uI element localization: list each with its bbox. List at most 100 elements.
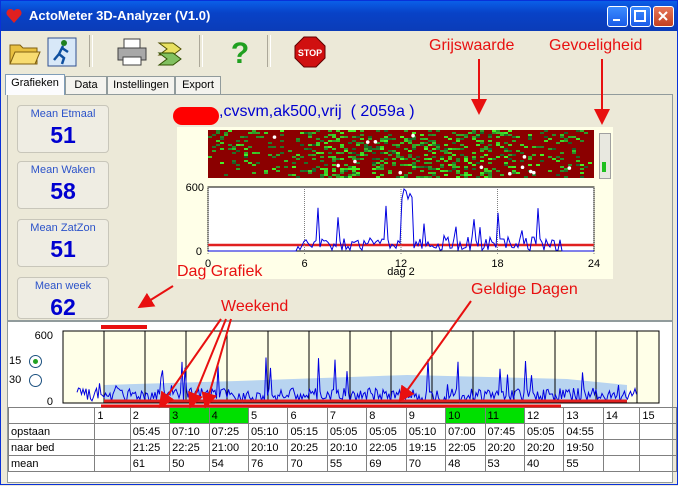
print-icon[interactable] — [115, 35, 149, 69]
heatmap-cell — [448, 138, 452, 140]
day-header-cell[interactable]: 13 — [563, 407, 604, 424]
day-header-cell[interactable]: 9 — [405, 407, 447, 424]
tab-grafieken[interactable]: Grafieken — [5, 74, 65, 95]
heatmap-cell — [368, 146, 372, 148]
day-header-cell[interactable]: 8 — [366, 407, 407, 424]
heatmap-cell — [500, 134, 504, 136]
heatmap-cell — [428, 176, 432, 178]
heatmap-cell — [504, 148, 508, 150]
day-header-cell[interactable]: 5 — [248, 407, 289, 424]
heatmap-cell — [488, 172, 492, 174]
heatmap-cell — [408, 150, 412, 152]
heatmap-cell — [488, 162, 492, 164]
open-folder-icon[interactable] — [7, 35, 41, 69]
day-header-cell[interactable]: 11 — [484, 407, 525, 424]
table-cell — [602, 423, 641, 440]
heatmap-cell — [436, 160, 440, 162]
maximize-button[interactable] — [630, 6, 651, 27]
day-header-cell[interactable]: 14 — [602, 407, 641, 424]
radio-15-group[interactable]: 15 — [9, 355, 49, 369]
heatmap-cell — [388, 150, 392, 152]
heatmap-cell — [580, 176, 584, 178]
heatmap-cell — [360, 130, 364, 132]
heatmap-marker — [272, 135, 277, 139]
day-header-cell[interactable]: 12 — [523, 407, 565, 424]
heatmap-cell — [284, 166, 288, 168]
heatmap-cell — [488, 144, 492, 146]
table-cell: 21:25 — [129, 439, 171, 456]
day-header-cell[interactable]: 7 — [326, 407, 368, 424]
heatmap-cell — [552, 134, 556, 136]
heatmap-cell — [348, 174, 352, 176]
tab-export[interactable]: Export — [175, 76, 221, 94]
stat-mean-zatzon: Mean ZatZon 51 — [17, 219, 109, 267]
heatmap-cell — [352, 130, 356, 132]
sensitivity-thumb[interactable] — [602, 162, 606, 172]
table-cell: 07:00 — [445, 423, 486, 440]
heatmap-cell — [404, 138, 408, 140]
heatmap-cell — [316, 166, 320, 168]
heatmap-cell — [524, 176, 528, 178]
help-icon[interactable]: ? — [223, 35, 257, 69]
stop-icon[interactable]: STOP — [293, 35, 327, 69]
title-bar[interactable]: ActoMeter 3D-Analyzer (V1.0) — [1, 1, 677, 31]
heatmap-cell — [388, 134, 392, 136]
tab-data[interactable]: Data — [65, 76, 107, 94]
heatmap-cell — [308, 148, 312, 150]
heatmap-cell — [232, 148, 236, 150]
heatmap-cell — [452, 168, 456, 170]
heatmap-cell — [380, 148, 384, 150]
day-header-cell[interactable]: 4 — [208, 407, 250, 424]
day-header-cell[interactable]: 1 — [94, 407, 131, 424]
radio-15[interactable] — [29, 355, 42, 368]
day-header-cell[interactable]: 10 — [445, 407, 486, 424]
heatmap-cell — [448, 152, 452, 154]
heatmap-cell — [504, 132, 508, 134]
heatmap-cell — [412, 144, 416, 146]
table-cell: 76 — [248, 455, 289, 472]
heatmap-cell — [444, 136, 448, 138]
heatmap-cell — [372, 152, 376, 154]
day-header-cell[interactable]: 6 — [287, 407, 328, 424]
heatmap-cell — [544, 136, 548, 138]
close-button[interactable] — [653, 6, 674, 27]
heatmap-cell — [580, 164, 584, 166]
day-header-cell[interactable]: 15 — [639, 407, 677, 424]
heatmap-cell — [460, 134, 464, 136]
heatmap-cell — [528, 158, 532, 160]
heatmap-cell — [308, 154, 312, 156]
heatmap-cell — [524, 146, 528, 148]
heatmap-cell — [512, 172, 516, 174]
heatmap-cell — [536, 146, 540, 148]
heatmap-cell — [328, 156, 332, 158]
minimize-button[interactable] — [607, 6, 628, 27]
heatmap-cell — [400, 164, 404, 166]
tab-instellingen[interactable]: Instellingen — [107, 76, 175, 94]
day-header-cell[interactable]: 2 — [129, 407, 171, 424]
heatmap-cell — [368, 136, 372, 138]
heatmap-cell — [436, 144, 440, 146]
heatmap-cell — [456, 160, 460, 162]
heatmap-cell — [324, 164, 328, 166]
heatmap-cell — [464, 174, 468, 176]
heatmap-cell — [320, 152, 324, 154]
sensitivity-slider[interactable] — [599, 133, 611, 179]
radio-30-group[interactable]: 30 — [9, 374, 49, 388]
heatmap-cell — [480, 172, 484, 174]
day-header-cell[interactable]: 3 — [169, 407, 210, 424]
heatmap-cell — [392, 150, 396, 152]
heatmap-marker — [522, 155, 527, 159]
heatmap-cell — [296, 158, 300, 160]
heatmap-cell — [420, 138, 424, 140]
heatmap-cell — [420, 134, 424, 136]
heatmap-cell — [464, 168, 468, 170]
heatmap-cell — [400, 156, 404, 158]
radio-30[interactable] — [29, 374, 42, 387]
run-analysis-icon[interactable] — [45, 35, 79, 69]
heatmap-cell — [500, 132, 504, 134]
table-cell: 70 — [405, 455, 447, 472]
heatmap-cell — [276, 166, 280, 168]
heatmap-cell — [340, 158, 344, 160]
settings-icon[interactable] — [153, 35, 187, 69]
heatmap-cell — [380, 152, 384, 154]
